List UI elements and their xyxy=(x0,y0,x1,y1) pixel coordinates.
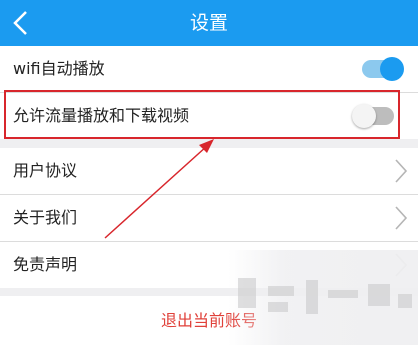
annotation-arrow xyxy=(104,139,214,239)
